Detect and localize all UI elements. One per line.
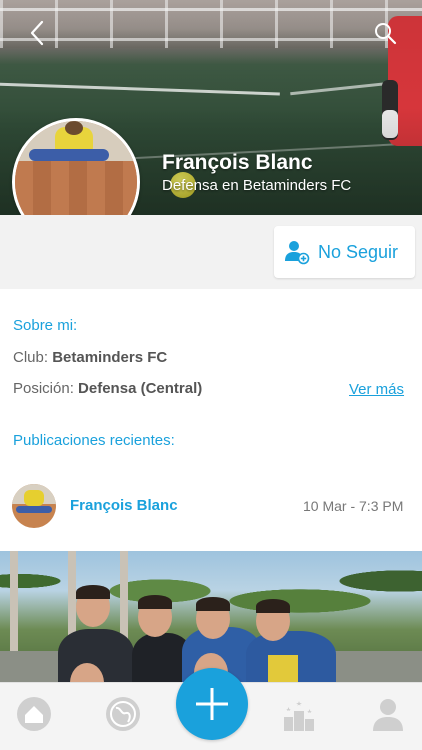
back-button[interactable] [22, 18, 52, 48]
club-label: Club: [13, 349, 49, 366]
position-value: Defensa (Central) [78, 380, 203, 397]
photo-person-hair [196, 597, 230, 611]
profile-name: François Blanc [162, 151, 313, 174]
avatar-person-legs [29, 149, 109, 161]
position-info: Posición: Defensa (Central) [13, 380, 202, 397]
profile-role: Defensa en Betaminders FC [162, 177, 352, 194]
unfollow-button[interactable]: No Seguir [274, 226, 415, 278]
club-value: Betaminders FC [52, 349, 168, 366]
profile-icon [373, 699, 403, 731]
search-icon [375, 23, 397, 45]
club-info: Club: Betaminders FC [13, 349, 167, 366]
photo-person-hair [76, 585, 110, 599]
tab-ranking[interactable] [279, 694, 319, 734]
publications-title: Publicaciones recientes: [13, 432, 175, 449]
post-timestamp: 10 Mar - 7:3 PM [303, 498, 404, 514]
globe-icon [106, 697, 140, 731]
post-avatar-person [24, 490, 44, 506]
tab-explore[interactable] [103, 694, 143, 734]
avatar-person-head [65, 121, 83, 135]
post-author-avatar[interactable] [12, 484, 56, 528]
photo-shirt-detail [268, 655, 298, 682]
add-post-button[interactable] [176, 668, 248, 740]
see-more-link[interactable]: Ver más [349, 381, 404, 398]
photo-person-hair [256, 599, 290, 613]
position-label: Posición: [13, 380, 74, 397]
ranking-icon [284, 701, 314, 731]
about-title: Sobre mi: [13, 317, 78, 334]
user-follow-icon [285, 241, 310, 265]
photo-person-hair [138, 595, 172, 609]
unfollow-label: No Seguir [318, 241, 399, 262]
photo-tree-trunk [10, 551, 18, 651]
back-icon [30, 20, 44, 46]
search-button[interactable] [370, 18, 400, 48]
home-icon [17, 697, 51, 731]
post-photo[interactable] [0, 551, 422, 682]
tab-home[interactable] [14, 694, 54, 734]
plus-icon [196, 688, 228, 720]
post-author-name[interactable]: François Blanc [70, 497, 178, 514]
post-avatar-legs [16, 506, 52, 513]
tab-profile[interactable] [368, 694, 408, 734]
